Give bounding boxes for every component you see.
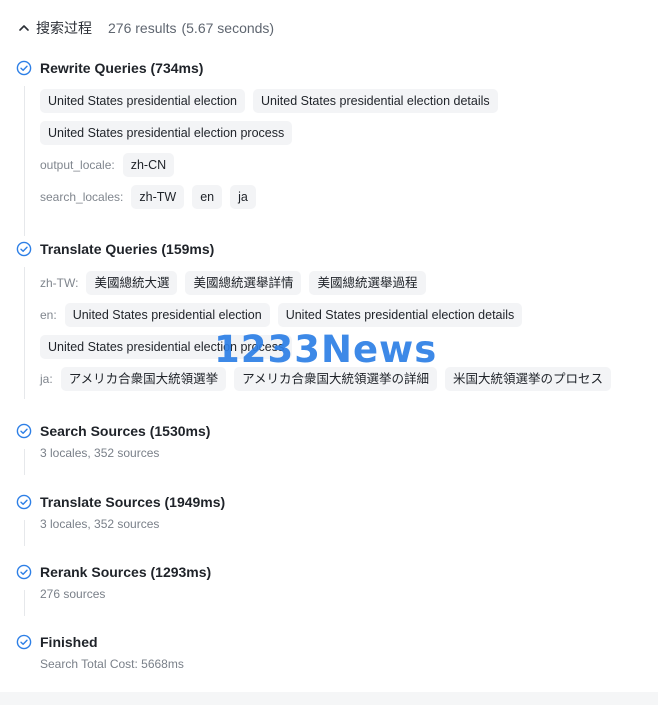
search-process-header[interactable]: 搜索过程 276 results (5.67 seconds) bbox=[18, 17, 274, 39]
step-subtitle: 3 locales, 352 sources bbox=[40, 446, 160, 460]
step-subtitle: 3 locales, 352 sources bbox=[40, 517, 160, 531]
locale-label: zh-TW: bbox=[40, 276, 79, 290]
check-circle-icon bbox=[16, 494, 32, 510]
step-rail bbox=[24, 590, 25, 616]
watermark-logo: 1233News bbox=[214, 328, 438, 371]
chevron-up-icon[interactable] bbox=[18, 22, 30, 34]
query-chip-row: United States presidential election Unit… bbox=[40, 89, 506, 113]
step-title: Rewrite Queries (734ms) bbox=[40, 60, 204, 76]
locale-chip: zh-TW bbox=[131, 185, 185, 209]
locale-chip: zh-CN bbox=[122, 153, 175, 177]
results-count: 276 results bbox=[108, 20, 177, 36]
step-subtitle: 276 sources bbox=[40, 587, 106, 601]
step-rail bbox=[24, 520, 25, 546]
step-title: Finished bbox=[40, 634, 98, 650]
output-locale-row: output_locale: zh-CN bbox=[40, 153, 182, 177]
header-title: 搜索过程 bbox=[36, 20, 92, 36]
query-chip: 米国大統領選挙のプロセス bbox=[444, 367, 611, 391]
check-circle-icon bbox=[16, 564, 32, 580]
step-rail bbox=[24, 267, 25, 399]
locale-chip: en bbox=[192, 185, 223, 209]
step-rail bbox=[24, 449, 25, 475]
check-circle-icon bbox=[16, 423, 32, 439]
step-title: Translate Queries (159ms) bbox=[40, 241, 215, 257]
query-chip: United States presidential election deta… bbox=[277, 303, 523, 327]
en-row: en: United States presidential election … bbox=[40, 303, 530, 327]
step-subtitle: Search Total Cost: 5668ms bbox=[40, 657, 184, 671]
output-locale-label: output_locale: bbox=[40, 158, 115, 172]
query-chip: 美國總統大選 bbox=[86, 271, 178, 295]
query-chip: United States presidential election bbox=[64, 303, 270, 327]
check-circle-icon bbox=[16, 634, 32, 650]
search-locales-label: search_locales: bbox=[40, 190, 124, 204]
check-circle-icon bbox=[16, 241, 32, 257]
step-title: Rerank Sources (1293ms) bbox=[40, 564, 212, 580]
query-chip: アメリカ合衆国大統領選挙 bbox=[60, 367, 227, 391]
locale-label: en: bbox=[40, 308, 57, 322]
query-chip: 美國總統選舉過程 bbox=[309, 271, 426, 295]
query-chip: United States presidential election proc… bbox=[40, 121, 293, 145]
locale-label: ja: bbox=[40, 372, 53, 386]
step-title: Translate Sources (1949ms) bbox=[40, 494, 226, 510]
query-chip: 美國總統選舉詳情 bbox=[185, 271, 302, 295]
locale-chip: ja bbox=[230, 185, 256, 209]
step-rail bbox=[24, 86, 25, 236]
query-chip-row: United States presidential election proc… bbox=[40, 121, 300, 145]
bottom-divider bbox=[0, 692, 658, 705]
query-chip: United States presidential election deta… bbox=[253, 89, 498, 113]
search-locales-row: search_locales: zh-TW en ja bbox=[40, 185, 264, 209]
query-chip: United States presidential election bbox=[40, 89, 246, 113]
elapsed-time: (5.67 seconds) bbox=[181, 20, 275, 36]
check-circle-icon bbox=[16, 60, 32, 76]
step-title: Search Sources (1530ms) bbox=[40, 423, 211, 439]
zh-tw-row: zh-TW: 美國總統大選 美國總統選舉詳情 美國總統選舉過程 bbox=[40, 271, 434, 295]
